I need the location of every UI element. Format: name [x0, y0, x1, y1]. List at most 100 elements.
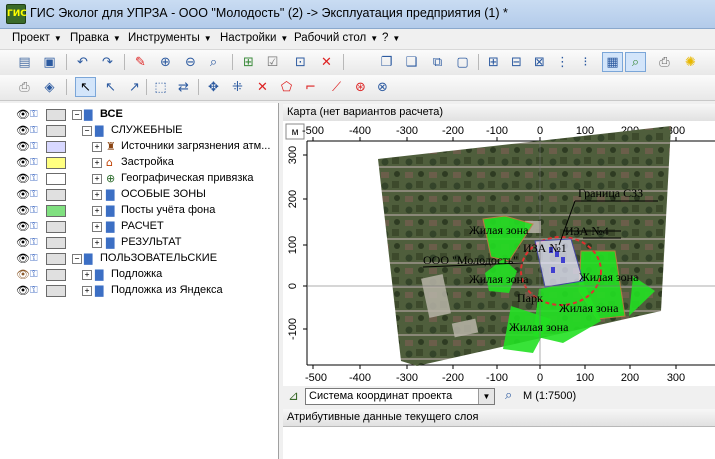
menu-desktop[interactable]: Рабочий стол ▼: [294, 32, 378, 44]
menu-edit[interactable]: Правка ▼: [70, 32, 121, 44]
visibility-eye-icon[interactable]: 👁: [16, 124, 30, 137]
delete-object-icon[interactable]: ✕: [316, 52, 337, 72]
expand-icon[interactable]: +: [92, 206, 102, 216]
tree-layer-row[interactable]: 👁 ⚿ + ▇ ОСОБЫЕ ЗОНЫ: [0, 187, 278, 203]
visibility-eye-icon[interactable]: 👁: [16, 140, 30, 153]
visibility-eye-icon[interactable]: 👁: [16, 268, 30, 281]
lock-icon[interactable]: ⚿: [30, 252, 43, 265]
lock-icon[interactable]: ⚿: [30, 188, 43, 201]
pan-icon[interactable]: ✥: [203, 77, 224, 97]
visibility-eye-icon[interactable]: 👁: [16, 236, 30, 249]
collapse-icon[interactable]: −: [82, 126, 92, 136]
polygon-icon[interactable]: ⬠: [276, 77, 297, 97]
tree-root-row[interactable]: 👁 ⚿ − ▇ ВСЕ: [0, 107, 278, 123]
new-project-icon[interactable]: ▤: [14, 52, 35, 72]
print-map-icon[interactable]: ⎙: [14, 77, 35, 97]
measure-corner-icon[interactable]: ⌐: [300, 77, 321, 97]
grid-lines-icon[interactable]: ⋮: [552, 52, 573, 72]
menu-tools[interactable]: Инструменты ▼: [128, 32, 212, 44]
visibility-eye-icon[interactable]: 👁: [16, 188, 30, 201]
map-canvas[interactable]: м -500 -400 -300 -200 -100 0 100 200 300…: [283, 121, 715, 386]
window-title: ГИС Эколог для УПРЗА - ООО "Молодость" (…: [30, 6, 508, 20]
tree-layer-row[interactable]: 👁 ⚿ − ▇ ПОЛЬЗОВАТЕЛЬСКИЕ: [0, 251, 278, 267]
coord-system-select[interactable]: Система координат проекта ▼: [305, 388, 495, 405]
lock-icon[interactable]: ⚿: [30, 236, 43, 249]
menu-help[interactable]: ? ▼: [382, 32, 400, 44]
expand-icon[interactable]: +: [92, 158, 102, 168]
bring-front-icon[interactable]: ❐: [376, 52, 397, 72]
group-icon[interactable]: ⧉: [427, 52, 448, 72]
visibility-eye-icon[interactable]: 👁: [16, 108, 30, 121]
tip-bulb-icon[interactable]: ✺: [680, 52, 701, 72]
menu-settings[interactable]: Настройки ▼: [220, 32, 288, 44]
tree-layer-row[interactable]: 👁 ⚿ + ▇ Подложка из Яндекса: [0, 283, 278, 299]
measure-line-icon[interactable]: ⟋: [326, 77, 347, 97]
pointer-select-icon[interactable]: ↖: [75, 77, 96, 97]
tree-layer-row[interactable]: 👁 ⚿ + ♜ Источники загрязнения атм...: [0, 139, 278, 155]
zoom-in-icon[interactable]: ⊕: [155, 52, 176, 72]
pointer-add-icon[interactable]: ↖: [100, 77, 121, 97]
lock-icon[interactable]: ⚿: [30, 204, 43, 217]
select-area-icon[interactable]: ⬚: [150, 77, 171, 97]
redo-icon[interactable]: ↷: [97, 52, 118, 72]
tree-layer-row[interactable]: 👁 ⚿ + ⊕ Географическая привязка: [0, 171, 278, 187]
menu-project[interactable]: Проект ▼: [12, 32, 62, 44]
visibility-eye-icon[interactable]: 👁: [16, 220, 30, 233]
lock-icon[interactable]: ⚿: [30, 284, 43, 297]
tree-layer-row[interactable]: 👁 ⚿ + ⌂ Застройка: [0, 155, 278, 171]
tree-layer-row[interactable]: 👁 ⚿ + ▇ РЕЗУЛЬТАТ: [0, 235, 278, 251]
lock-icon[interactable]: ⚿: [30, 140, 43, 153]
undo-icon[interactable]: ↶: [72, 52, 93, 72]
scale-zoom-icon[interactable]: ⌕: [505, 388, 512, 403]
layer-props-icon[interactable]: ☑: [262, 52, 283, 72]
grid-dense-icon[interactable]: ⁝: [575, 52, 596, 72]
lock-icon[interactable]: ⚿: [30, 220, 43, 233]
draw-polyline-icon[interactable]: ✎: [130, 52, 151, 72]
grid-points-icon[interactable]: ⊠: [529, 52, 550, 72]
visibility-eye-icon[interactable]: 👁: [16, 284, 30, 297]
expand-icon[interactable]: +: [92, 238, 102, 248]
expand-icon[interactable]: +: [82, 286, 92, 296]
rotate-icon[interactable]: ⁜: [227, 77, 248, 97]
expand-icon[interactable]: +: [82, 270, 92, 280]
visibility-eye-icon[interactable]: 👁: [16, 252, 30, 265]
map-grid-toggle-icon[interactable]: ▦: [602, 52, 623, 72]
lock-icon[interactable]: ⚿: [30, 268, 43, 281]
layer-tool-icon[interactable]: ◈: [39, 77, 60, 97]
lock-icon[interactable]: ⚿: [30, 156, 43, 169]
zoom-dropdown-icon[interactable]: ⌕: [203, 52, 224, 72]
ungroup-icon[interactable]: ▢: [452, 52, 473, 72]
add-layer-icon[interactable]: ⊞: [238, 52, 259, 72]
zoom-out-icon[interactable]: ⊖: [180, 52, 201, 72]
lock-icon[interactable]: ⚿: [30, 124, 43, 137]
collapse-icon[interactable]: −: [72, 110, 82, 120]
save-icon[interactable]: ▣: [39, 52, 60, 72]
tree-layer-row[interactable]: 👁 ⚿ + ▇ Подложка: [0, 267, 278, 283]
lock-icon[interactable]: ⚿: [30, 172, 43, 185]
print-icon[interactable]: ⎙: [654, 52, 675, 72]
map-search-icon[interactable]: ⌕: [625, 52, 646, 72]
pointer-node-icon[interactable]: ↗: [124, 77, 145, 97]
collapse-icon[interactable]: −: [72, 254, 82, 264]
visibility-eye-icon[interactable]: 👁: [16, 204, 30, 217]
folder-icon: ▇: [95, 124, 104, 137]
select-zoom-icon[interactable]: ⊡: [290, 52, 311, 72]
send-back-icon[interactable]: ❑: [401, 52, 422, 72]
visibility-eye-icon[interactable]: 👁: [16, 172, 30, 185]
tree-layer-row[interactable]: 👁 ⚿ − ▇ СЛУЖЕБНЫЕ: [0, 123, 278, 139]
expand-icon[interactable]: +: [92, 142, 102, 152]
expand-icon[interactable]: +: [92, 190, 102, 200]
tree-layer-row[interactable]: 👁 ⚿ + ▇ РАСЧЕТ: [0, 219, 278, 235]
tree-layer-row[interactable]: 👁 ⚿ + ▇ Посты учёта фона: [0, 203, 278, 219]
delete-point-icon[interactable]: ✕: [252, 77, 273, 97]
grid-icon[interactable]: ⊞: [483, 52, 504, 72]
area-tool-icon[interactable]: ⊗: [372, 77, 393, 97]
lock-icon[interactable]: ⚿: [30, 108, 43, 121]
select-move-icon[interactable]: ⇄: [173, 77, 194, 97]
visibility-eye-icon[interactable]: 👁: [16, 156, 30, 169]
grid-snap-icon[interactable]: ⊟: [506, 52, 527, 72]
circle-tool-icon[interactable]: ⊛: [350, 77, 371, 97]
chevron-down-icon[interactable]: ▼: [478, 389, 494, 404]
expand-icon[interactable]: +: [92, 174, 102, 184]
expand-icon[interactable]: +: [92, 222, 102, 232]
